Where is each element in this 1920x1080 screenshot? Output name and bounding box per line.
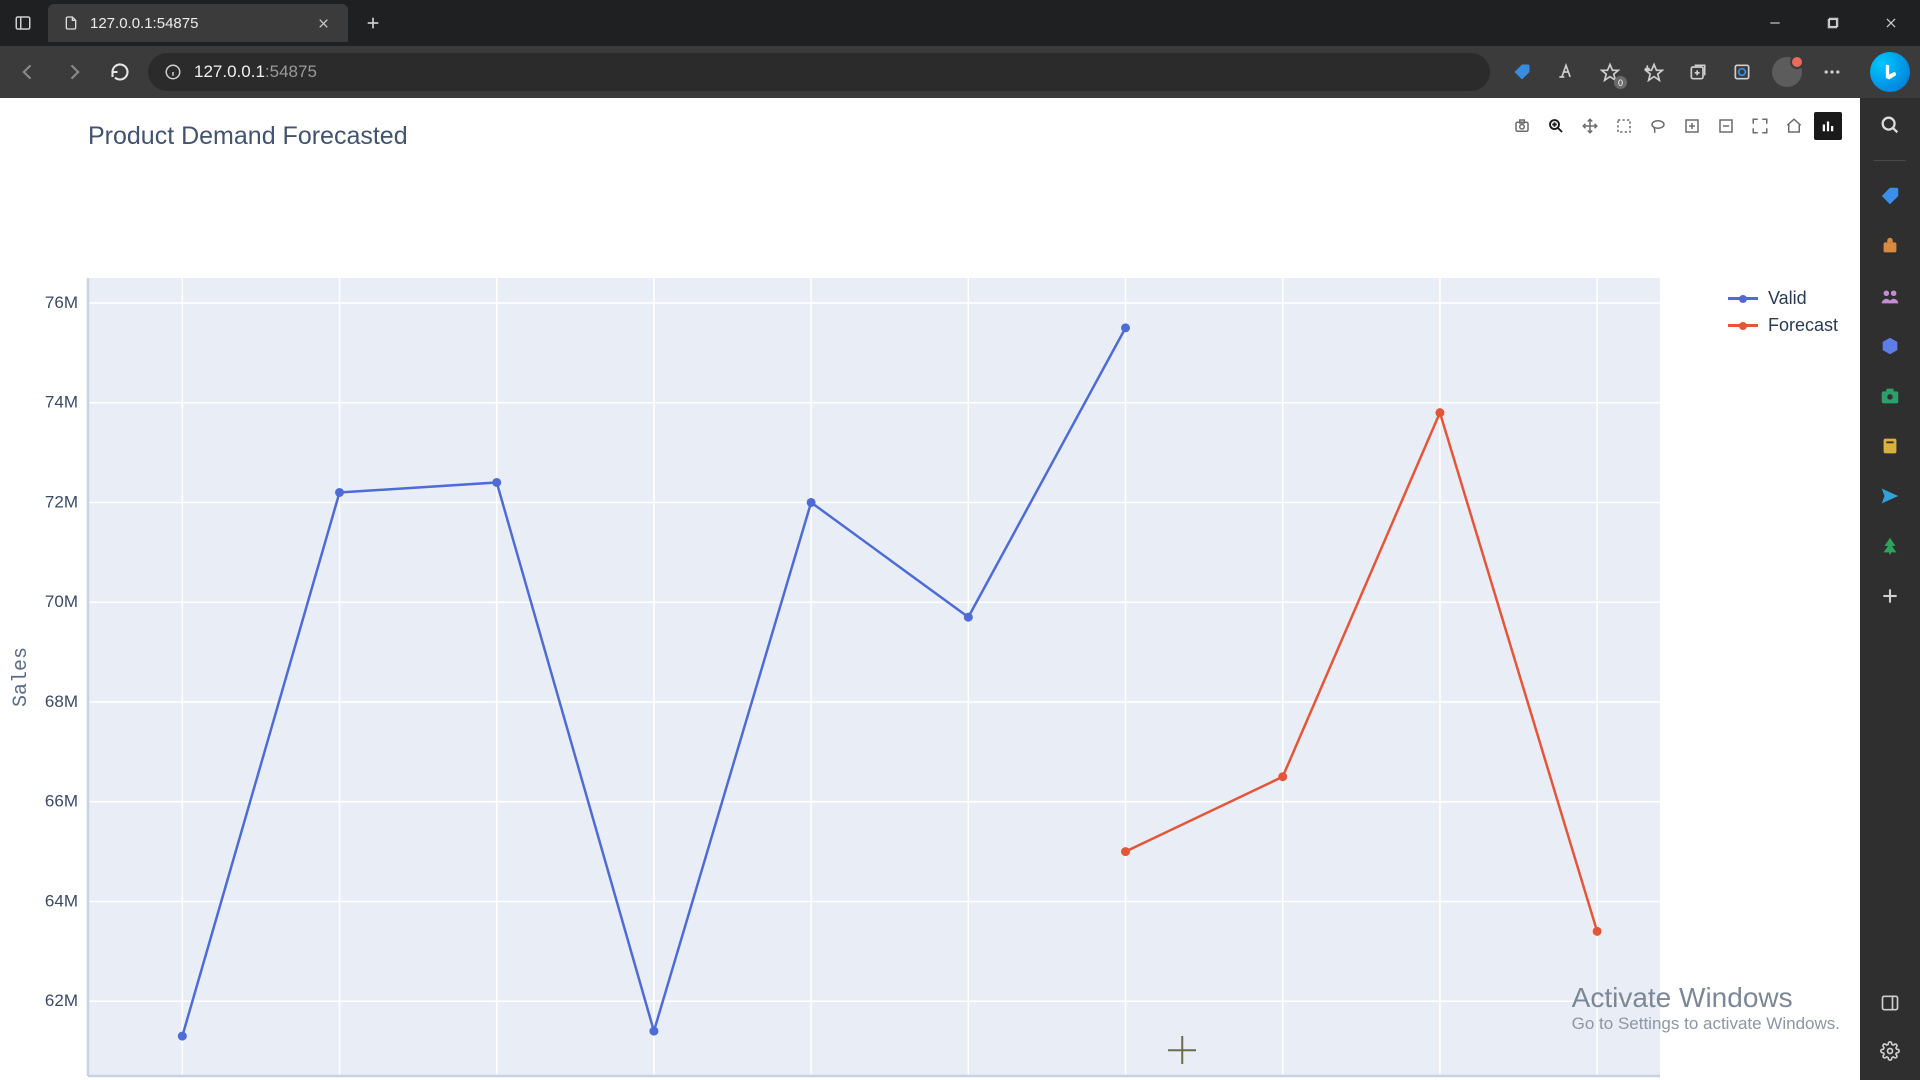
chart-legend: Valid Forecast: [1728, 288, 1838, 336]
close-tab-icon[interactable]: [312, 12, 334, 34]
shopping-tag-icon[interactable]: [1508, 58, 1536, 86]
url-host: 127.0.0.1: [194, 62, 265, 81]
add-sidebar-icon[interactable]: [1873, 579, 1907, 613]
url-port: :54875: [265, 62, 317, 81]
send-icon[interactable]: [1873, 479, 1907, 513]
office-icon[interactable]: [1873, 329, 1907, 363]
favorites-icon[interactable]: [1640, 58, 1668, 86]
page-viewport: Product Demand Forecasted 20122014201620…: [0, 98, 1860, 1080]
site-info-icon[interactable]: [162, 61, 184, 83]
tab-actions-icon[interactable]: [8, 8, 38, 38]
svg-text:70M: 70M: [45, 592, 78, 611]
file-icon: [62, 14, 80, 32]
read-aloud-icon[interactable]: [1552, 58, 1580, 86]
svg-text:66M: 66M: [45, 792, 78, 811]
watermark-title: Activate Windows: [1572, 982, 1840, 1014]
back-button[interactable]: [10, 54, 46, 90]
svg-text:76M: 76M: [45, 293, 78, 312]
shopping-icon[interactable]: [1873, 179, 1907, 213]
url-input[interactable]: 127.0.0.1:54875: [148, 53, 1490, 91]
browser-essentials-icon[interactable]: [1728, 58, 1756, 86]
legend-item-forecast[interactable]: Forecast: [1728, 315, 1838, 336]
refresh-button[interactable]: [102, 54, 138, 90]
settings-gear-icon[interactable]: [1873, 1034, 1907, 1068]
svg-text:64M: 64M: [45, 891, 78, 910]
legend-swatch-forecast: [1728, 324, 1758, 327]
search-icon[interactable]: [1873, 108, 1907, 142]
svg-text:Sales: Sales: [10, 647, 33, 707]
more-menu-icon[interactable]: [1818, 58, 1846, 86]
drop-icon[interactable]: [1873, 429, 1907, 463]
windows-activation-watermark: Activate Windows Go to Settings to activ…: [1572, 982, 1840, 1034]
legend-swatch-valid: [1728, 297, 1758, 300]
legend-item-valid[interactable]: Valid: [1728, 288, 1838, 309]
maximize-icon[interactable]: [1804, 0, 1862, 46]
games-icon[interactable]: [1873, 529, 1907, 563]
bing-chat-button[interactable]: [1870, 52, 1910, 92]
close-window-icon[interactable]: [1862, 0, 1920, 46]
favorites-star-icon[interactable]: 0: [1596, 58, 1624, 86]
window-controls: [1746, 0, 1920, 46]
address-bar: 127.0.0.1:54875 0: [0, 46, 1920, 98]
image-creator-icon[interactable]: [1873, 379, 1907, 413]
legend-label: Forecast: [1768, 315, 1838, 336]
chart-page: Product Demand Forecasted 20122014201620…: [0, 98, 1860, 1080]
edge-sidebar: [1860, 98, 1920, 1080]
tab-bar: 127.0.0.1:54875: [0, 0, 1920, 46]
legend-label: Valid: [1768, 288, 1807, 309]
new-tab-button[interactable]: [356, 6, 390, 40]
minimize-icon[interactable]: [1746, 0, 1804, 46]
browser-window: 127.0.0.1:54875 127.0.0.1:54875 0: [0, 0, 1920, 1080]
forward-button: [56, 54, 92, 90]
tab-title: 127.0.0.1:54875: [90, 15, 302, 32]
svg-text:68M: 68M: [45, 692, 78, 711]
svg-text:72M: 72M: [45, 492, 78, 511]
svg-text:74M: 74M: [45, 393, 78, 412]
svg-text:62M: 62M: [45, 991, 78, 1010]
sidebar-collapse-icon[interactable]: [1873, 986, 1907, 1020]
line-chart[interactable]: 2012201420162018202062M64M66M68M70M72M74…: [0, 98, 1860, 1080]
collections-icon[interactable]: [1684, 58, 1712, 86]
watermark-subtitle: Go to Settings to activate Windows.: [1572, 1014, 1840, 1034]
profile-avatar[interactable]: [1772, 57, 1802, 87]
tools-icon[interactable]: [1873, 229, 1907, 263]
people-icon[interactable]: [1873, 279, 1907, 313]
browser-tab[interactable]: 127.0.0.1:54875: [48, 4, 348, 42]
